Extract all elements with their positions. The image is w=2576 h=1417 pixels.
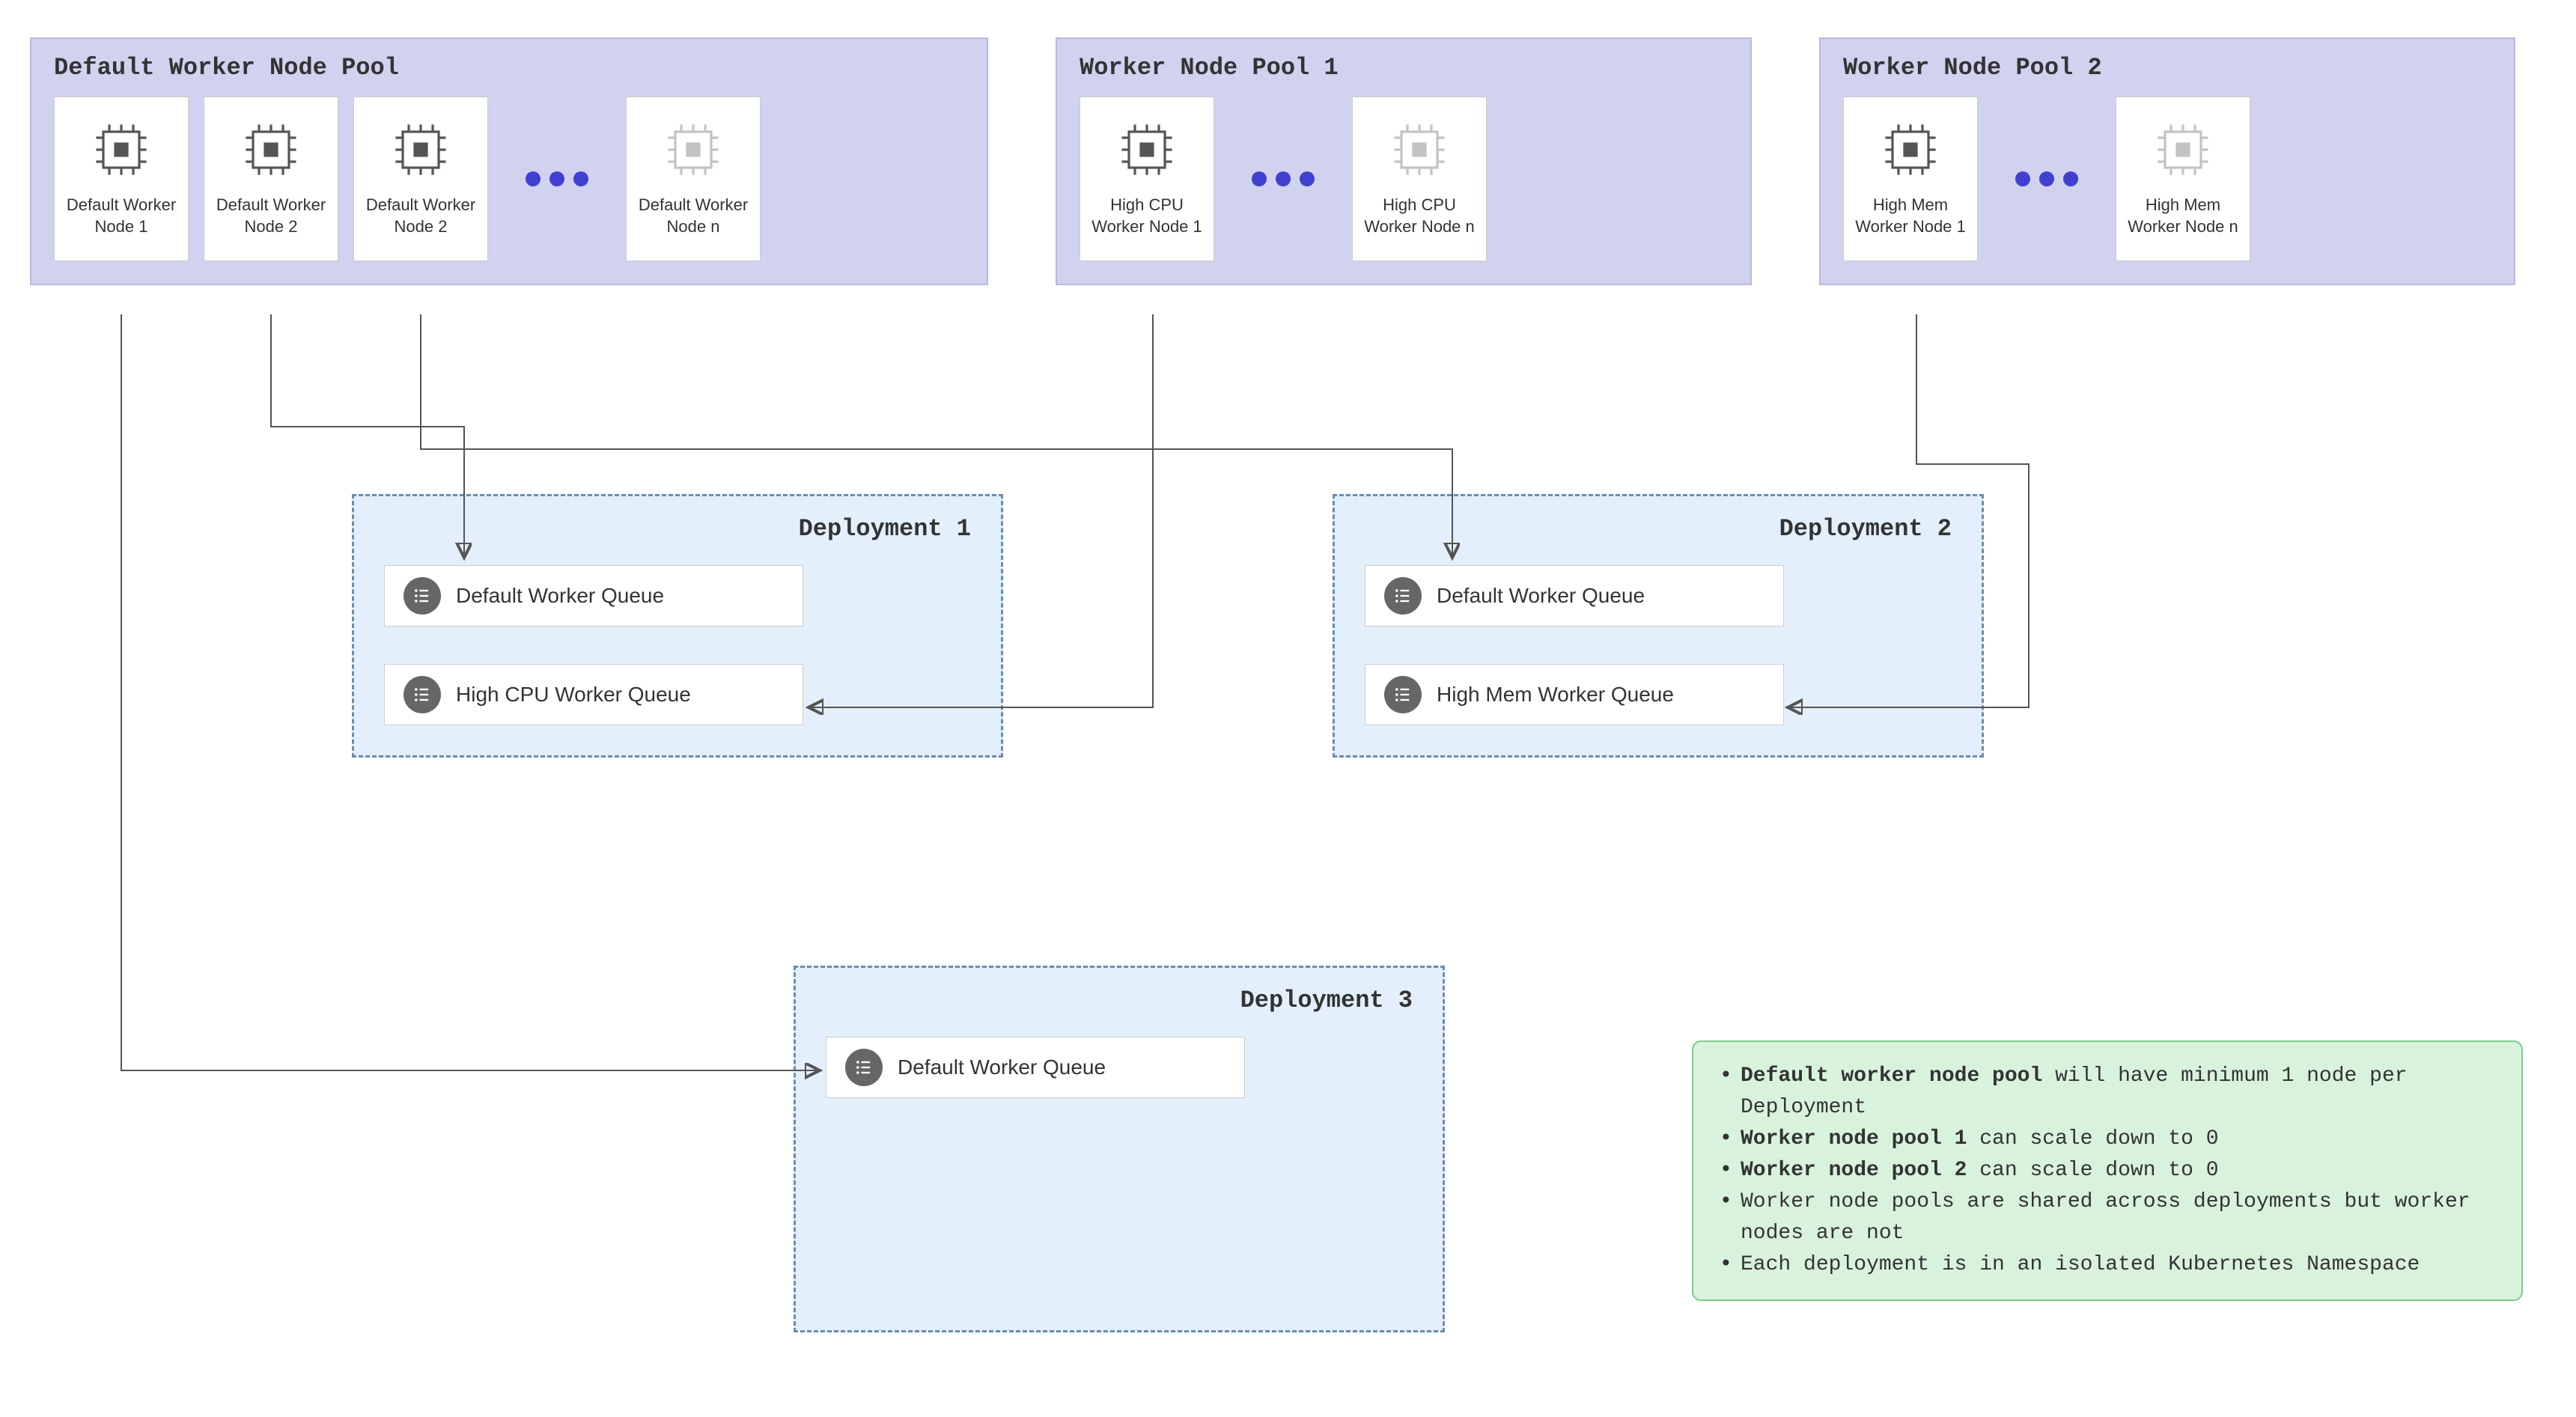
node-label: High Mem Worker Node 1 xyxy=(1851,195,1970,237)
cpu-chip-icon xyxy=(1389,120,1449,180)
pool-title: Worker Node Pool 1 xyxy=(1080,54,1728,82)
node-label: High CPU Worker Node 1 xyxy=(1088,195,1206,237)
list-icon xyxy=(404,676,441,713)
worker-node: Default Worker Node n xyxy=(626,97,761,261)
pool-nodes: Default Worker Node 1 Default Worker Nod… xyxy=(54,97,964,261)
list-icon xyxy=(845,1049,883,1086)
queue-label: High Mem Worker Queue xyxy=(1437,683,1674,707)
node-label: Default Worker Node n xyxy=(634,195,752,237)
deployment-1: Deployment 1 Default Worker Queue High C… xyxy=(352,494,1003,758)
note-item: Default worker node pool will have minim… xyxy=(1720,1061,2495,1124)
notes-list: Default worker node pool will have minim… xyxy=(1720,1061,2495,1281)
queue-label: Default Worker Queue xyxy=(1437,584,1645,608)
pool-nodes: High CPU Worker Node 1 High CPU Worker N… xyxy=(1080,97,1728,261)
worker-node: Default Worker Node 1 xyxy=(54,97,189,261)
cpu-chip-icon xyxy=(391,120,451,180)
cpu-chip-icon xyxy=(1117,120,1177,180)
worker-queue: High Mem Worker Queue xyxy=(1365,664,1784,725)
cpu-chip-icon xyxy=(2153,120,2213,180)
node-label: High CPU Worker Node n xyxy=(1360,195,1479,237)
worker-queue: Default Worker Queue xyxy=(384,565,803,627)
note-item: Each deployment is in an isolated Kubern… xyxy=(1720,1249,2495,1281)
worker-queue: High CPU Worker Queue xyxy=(384,664,803,725)
worker-node: High CPU Worker Node 1 xyxy=(1080,97,1214,261)
pool-nodes: High Mem Worker Node 1 High Mem Worker N… xyxy=(1843,97,2491,261)
queue-label: Default Worker Queue xyxy=(456,584,664,608)
worker-node: Default Worker Node 2 xyxy=(353,97,488,261)
list-icon xyxy=(1384,577,1422,615)
worker-node: High Mem Worker Node n xyxy=(2116,97,2250,261)
note-item: Worker node pool 2 can scale down to 0 xyxy=(1720,1155,2495,1186)
default-worker-node-pool: Default Worker Node Pool Default Worker … xyxy=(30,37,988,285)
ellipsis-icon xyxy=(503,171,611,186)
cpu-chip-icon xyxy=(1881,120,1940,180)
cpu-chip-icon xyxy=(663,120,723,180)
pool-title: Default Worker Node Pool xyxy=(54,54,964,82)
deployment-title: Deployment 2 xyxy=(1365,515,1952,543)
worker-node-pool-1: Worker Node Pool 1 High CPU Worker Node … xyxy=(1056,37,1752,285)
worker-node: Default Worker Node 2 xyxy=(204,97,338,261)
note-item: Worker node pools are shared across depl… xyxy=(1720,1186,2495,1249)
deployment-title: Deployment 3 xyxy=(826,987,1413,1014)
worker-node-pool-2: Worker Node Pool 2 High Mem Worker Node … xyxy=(1819,37,2515,285)
node-label: High Mem Worker Node n xyxy=(2124,195,2242,237)
deployment-3: Deployment 3 Default Worker Queue xyxy=(794,966,1445,1332)
node-label: Default Worker Node 2 xyxy=(212,195,330,237)
queue-label: Default Worker Queue xyxy=(898,1055,1106,1079)
list-icon xyxy=(1384,676,1422,713)
ellipsis-icon xyxy=(1993,171,2101,186)
worker-node: High Mem Worker Node 1 xyxy=(1843,97,1978,261)
cpu-chip-icon xyxy=(241,120,301,180)
pool-title: Worker Node Pool 2 xyxy=(1843,54,2491,82)
node-label: Default Worker Node 1 xyxy=(62,195,180,237)
cpu-chip-icon xyxy=(91,120,151,180)
worker-node: High CPU Worker Node n xyxy=(1352,97,1487,261)
list-icon xyxy=(404,577,441,615)
queue-label: High CPU Worker Queue xyxy=(456,683,691,707)
worker-queue: Default Worker Queue xyxy=(1365,565,1784,627)
ellipsis-icon xyxy=(1229,171,1337,186)
deployment-title: Deployment 1 xyxy=(384,515,971,543)
note-item: Worker node pool 1 can scale down to 0 xyxy=(1720,1124,2495,1155)
node-label: Default Worker Node 2 xyxy=(362,195,480,237)
worker-queue: Default Worker Queue xyxy=(826,1037,1245,1098)
deployment-2: Deployment 2 Default Worker Queue High M… xyxy=(1333,494,1984,758)
notes-box: Default worker node pool will have minim… xyxy=(1692,1040,2523,1301)
